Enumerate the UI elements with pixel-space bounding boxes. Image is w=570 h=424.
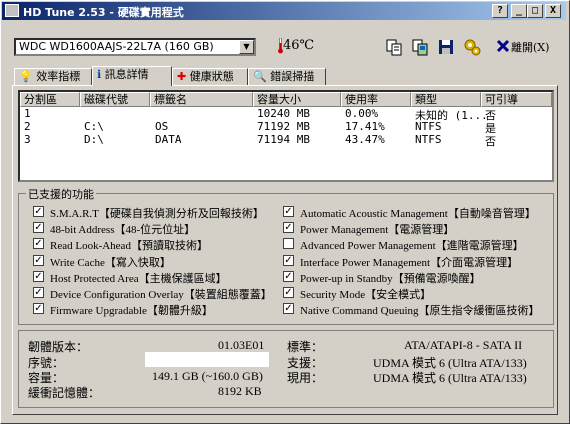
- standard-value: ATA/ATAPI-8 - SATA II: [404, 338, 523, 352]
- benchmark-icon: 💡: [19, 70, 33, 83]
- help-button[interactable]: ?: [492, 4, 508, 18]
- options-icon[interactable]: [462, 37, 482, 57]
- feature-label: 48-bit Address【48-位元位址】: [50, 224, 196, 237]
- copy-text-icon[interactable]: [384, 37, 404, 57]
- maximize-button[interactable]: □: [527, 4, 543, 18]
- capacity-value: 149.1 GB (~160.0 GB): [152, 369, 263, 383]
- drive-select-value: WDC WD1600AAJS-22L7A (160 GB): [19, 40, 214, 53]
- feature-checkbox[interactable]: ✓: [283, 206, 294, 217]
- feature-checkbox[interactable]: ✓: [33, 222, 44, 234]
- cell-partition: 1: [24, 107, 31, 120]
- feature-label: Firmware Upgradable【韌體升級】: [50, 305, 213, 318]
- feature-checkbox[interactable]: ✓: [283, 254, 294, 266]
- cell-type: NTFS: [415, 120, 442, 133]
- feature-checkbox[interactable]: ✓: [33, 254, 44, 266]
- exit-icon: [496, 39, 510, 53]
- current-label: 現用：: [287, 371, 324, 385]
- feature-checkbox[interactable]: ✓: [283, 222, 294, 234]
- tab-benchmark[interactable]: 💡 效率指標: [14, 68, 92, 85]
- cell-label: DATA: [155, 133, 182, 146]
- features-title: 已支援的功能: [26, 186, 96, 202]
- exit-label: 離開(X): [511, 41, 550, 54]
- partition-list[interactable]: 分割區 磁碟代號 標籤名 容量大小 使用率 類型 可引導 1 10240 MB …: [18, 90, 554, 182]
- cell-usage: 17.41%: [345, 120, 385, 133]
- feature-checkbox[interactable]: ✓: [283, 270, 294, 282]
- feature-checkbox[interactable]: ✓: [33, 238, 44, 250]
- column-header[interactable]: 使用率: [341, 92, 411, 107]
- feature-checkbox[interactable]: ✓: [33, 303, 44, 315]
- buffer-label: 緩衝記憶體：: [28, 386, 101, 400]
- feature-label: S.M.A.R.T【硬碟自我偵測分析及回報技術】: [50, 208, 264, 220]
- cell-type: NTFS: [415, 133, 442, 146]
- feature-label: Advanced Power Management【進階電源管理】: [300, 240, 524, 253]
- feature-checkbox[interactable]: ✓: [33, 287, 44, 298]
- column-header[interactable]: 分割區: [20, 92, 80, 107]
- chevron-down-icon[interactable]: ▼: [239, 40, 254, 54]
- cell-label: OS: [155, 120, 169, 133]
- tab-error-scan[interactable]: 🔍 錯誤掃描: [248, 68, 326, 85]
- current-value: UDMA 模式 6 (Ultra ATA/133): [373, 371, 527, 385]
- save-icon[interactable]: [436, 37, 456, 57]
- feature-label: Native Command Queuing【原生指令緩衝區技術】: [300, 305, 540, 318]
- feature-checkbox[interactable]: ✓: [33, 206, 44, 217]
- feature-label: Security Mode【安全模式】: [300, 289, 432, 301]
- column-header[interactable]: 可引導: [481, 92, 552, 107]
- feature-checkbox[interactable]: ✓: [283, 287, 294, 298]
- tab-benchmark-label: 效率指標: [36, 70, 81, 83]
- title-bar[interactable]: HD Tune 2.53 - 硬碟實用程式 ? _ □ X: [2, 2, 566, 20]
- feature-label: Interface Power Management【介面電源管理】: [300, 256, 519, 269]
- column-header[interactable]: 容量大小: [253, 92, 341, 107]
- feature-checkbox[interactable]: [283, 238, 294, 250]
- feature-label: Write Cache【寫入快取】: [50, 256, 171, 269]
- cell-bootable: 否: [485, 135, 496, 148]
- tab-info[interactable]: ℹ 訊息詳情: [92, 66, 172, 86]
- app-icon: [5, 4, 19, 17]
- drive-select[interactable]: WDC WD1600AAJS-22L7A (160 GB) ▼: [14, 38, 256, 56]
- cell-size: 71194 MB: [257, 133, 310, 146]
- minimize-button[interactable]: _: [511, 4, 527, 18]
- tab-error-scan-label: 錯誤掃描: [270, 70, 315, 83]
- column-header[interactable]: 磁碟代號: [80, 92, 150, 107]
- standard-label: 標準：: [287, 340, 324, 354]
- close-button[interactable]: X: [545, 4, 561, 18]
- cell-drive: D:\: [84, 133, 104, 146]
- scan-icon: 🔍: [253, 70, 267, 83]
- feature-label: Host Protected Area【主機保護區域】: [50, 272, 227, 285]
- firmware-value: 01.03E01: [218, 338, 265, 352]
- feature-label: Read Look-Ahead【預讀取技術】: [50, 240, 208, 253]
- feature-label: Power Management【電源管理】: [300, 224, 455, 237]
- cell-drive: C:\: [84, 120, 104, 133]
- info-icon: ℹ: [97, 68, 102, 81]
- tab-info-label: 訊息詳情: [104, 68, 149, 81]
- cell-usage: 43.47%: [345, 133, 385, 146]
- feature-label: Power-up in Standby【預備電源喚醒】: [300, 272, 481, 285]
- serial-value: [145, 352, 269, 367]
- feature-checkbox[interactable]: ✓: [33, 270, 44, 282]
- health-icon: ✚: [177, 70, 187, 83]
- tab-health[interactable]: ✚ 健康狀態: [172, 68, 248, 85]
- cell-partition: 3: [24, 133, 31, 146]
- cell-size: 10240 MB: [257, 107, 310, 120]
- cell-partition: 2: [24, 120, 31, 133]
- column-header[interactable]: 標籤名: [150, 92, 253, 107]
- feature-label: Automatic Acoustic Management【自動噪音管理】: [300, 208, 536, 220]
- cell-size: 71192 MB: [257, 120, 310, 133]
- window-title: HD Tune 2.53 - 硬碟實用程式: [23, 6, 184, 19]
- feature-checkbox[interactable]: ✓: [283, 303, 294, 315]
- tab-health-label: 健康狀態: [189, 70, 234, 83]
- temperature-readout: 46℃: [283, 38, 315, 53]
- copy-screen-icon[interactable]: [410, 37, 430, 57]
- column-header[interactable]: 類型: [411, 92, 481, 107]
- cell-usage: 0.00%: [345, 107, 379, 120]
- firmware-label: 韌體版本：: [28, 340, 89, 354]
- feature-label: Device Configuration Overlay【裝置組態覆蓋】: [50, 289, 272, 301]
- buffer-value: 8192 KB: [218, 384, 262, 398]
